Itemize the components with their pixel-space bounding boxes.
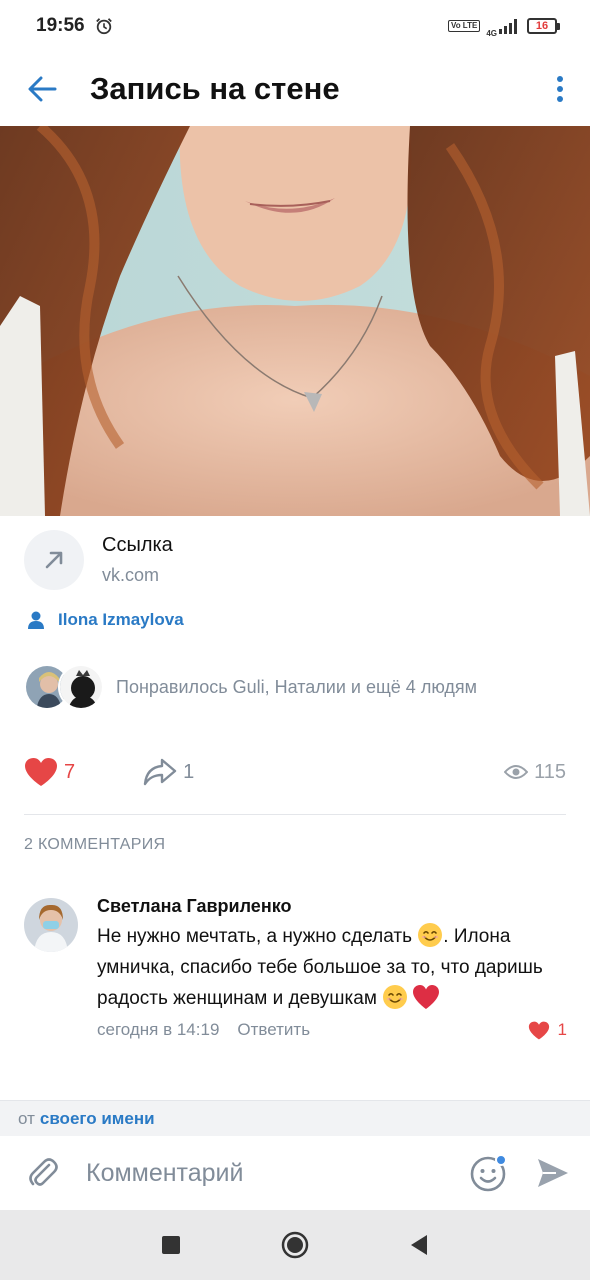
- heart-filled-icon: [528, 1021, 549, 1039]
- share-count: 1: [183, 760, 195, 783]
- link-title: Ссылка: [102, 534, 173, 556]
- recents-button[interactable]: [109, 1210, 233, 1280]
- battery-level: 16: [527, 18, 557, 34]
- more-menu-button[interactable]: [530, 52, 590, 126]
- share-icon: [143, 758, 177, 786]
- signal-icon: [499, 19, 517, 34]
- comment-time: сегодня в 14:19: [97, 1020, 220, 1039]
- post-as-bar: от своего имени: [0, 1100, 590, 1136]
- home-circle-icon: [281, 1231, 309, 1259]
- liker-avatars: [24, 664, 106, 710]
- paperclip-icon: [29, 1158, 58, 1186]
- system-nav-bar: [0, 1210, 590, 1280]
- views-counter: 115: [504, 761, 566, 784]
- emoji-button[interactable]: [462, 1136, 516, 1210]
- recents-square-icon: [162, 1236, 180, 1254]
- attach-button[interactable]: [0, 1136, 86, 1210]
- link-attachment[interactable]: Ссылка vk.com: [24, 528, 564, 592]
- commenter-avatar[interactable]: [24, 898, 78, 952]
- views-count: 115: [534, 760, 566, 783]
- arrow-up-right-icon: [45, 551, 63, 569]
- post-actions: 7 1 115: [24, 748, 566, 796]
- likers-text: Понравилось Guli, Наталии и ещё 4 людям: [116, 676, 478, 697]
- comment-text: Не нужно мечтать, а нужно сделать . Илон…: [97, 921, 567, 1014]
- red-heart-emoji-icon: [413, 985, 440, 1009]
- comment-like-count: 1: [557, 1020, 567, 1039]
- home-button[interactable]: [233, 1210, 357, 1280]
- comment-meta: сегодня в 14:19 Ответить 1: [97, 1020, 567, 1040]
- user-icon: [28, 611, 44, 629]
- link-domain: vk.com: [102, 565, 160, 585]
- reply-button[interactable]: Ответить: [237, 1020, 310, 1040]
- post-photo[interactable]: [0, 126, 590, 516]
- send-button[interactable]: [516, 1136, 590, 1210]
- back-button[interactable]: [0, 52, 84, 126]
- divider: [24, 814, 566, 815]
- liker-avatar: [58, 664, 104, 710]
- page-title: Запись на стене: [90, 71, 340, 106]
- back-triangle-icon: [411, 1235, 427, 1255]
- network-type: 4G: [486, 28, 497, 38]
- send-arrow-icon: [538, 1159, 568, 1187]
- heart-filled-icon: [25, 758, 57, 786]
- author-name[interactable]: Ilona Izmaylova: [58, 610, 184, 630]
- smiling-face-emoji-icon: [418, 923, 443, 947]
- alarm-icon: [95, 18, 112, 35]
- post-author[interactable]: Ilona Izmaylova: [26, 610, 184, 630]
- battery-icon: 16: [527, 18, 560, 34]
- link-icon-circle: [24, 530, 84, 590]
- share-button[interactable]: 1: [143, 758, 194, 786]
- emoji-smile-icon: [470, 1154, 507, 1192]
- comment-author[interactable]: Светлана Гавриленко: [97, 896, 567, 917]
- arrow-left-icon: [28, 76, 57, 102]
- like-button[interactable]: 7: [24, 757, 75, 787]
- status-bar: 19:56 Vo LTE 4G 16: [0, 0, 590, 52]
- smiling-face-emoji-icon: [383, 985, 408, 1009]
- volte-icon: Vo LTE: [447, 20, 481, 32]
- post-as-selector[interactable]: своего имени: [40, 1109, 155, 1129]
- more-vertical-icon: [557, 76, 563, 102]
- app-bar: Запись на стене: [0, 52, 590, 126]
- likers-row[interactable]: Понравилось Guli, Наталии и ещё 4 людям: [24, 664, 477, 710]
- from-prefix: от: [18, 1108, 35, 1128]
- comment-composer: [0, 1136, 590, 1210]
- comment-like-button[interactable]: 1: [528, 1020, 567, 1040]
- system-back-button[interactable]: [357, 1210, 481, 1280]
- eye-icon: [504, 765, 529, 779]
- comments-count-header: 2 КОММЕНТАРИЯ: [24, 836, 166, 853]
- status-time: 19:56: [36, 15, 85, 36]
- like-count: 7: [64, 760, 76, 783]
- comment-input[interactable]: [86, 1148, 462, 1198]
